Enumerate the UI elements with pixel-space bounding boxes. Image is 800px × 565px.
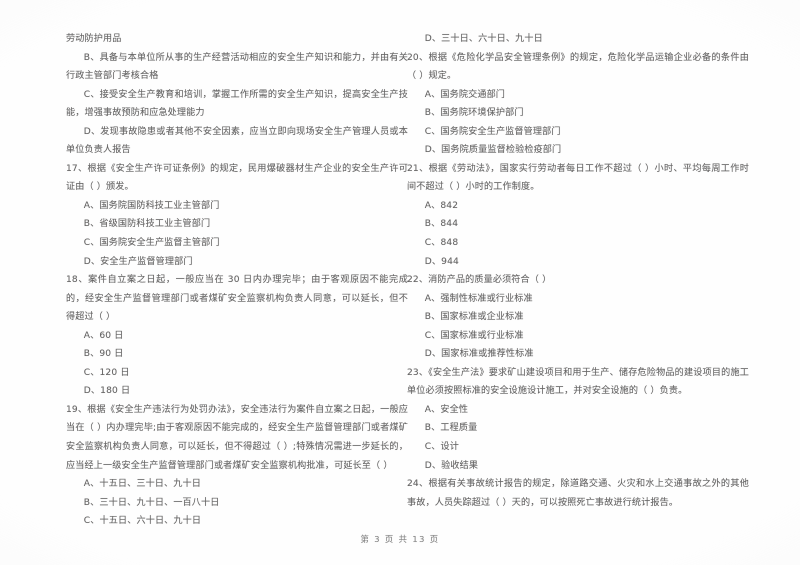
answer-option: C、848 xyxy=(424,238,459,249)
question-stem: 24、根据有关事故统计报告的规定，除道路交通、火灾和水上交通事故之外的其他事故，… xyxy=(407,479,749,508)
answer-option: A、安全性 xyxy=(424,404,469,415)
question-stem: 21、根据《劳动法》，国家实行劳动者每日工作不超过（ ）小时、平均每周工作时间不… xyxy=(407,163,749,193)
question-stem: 22、消防产品的质量必须符合（ ） xyxy=(407,275,552,286)
answer-option: B、三十日、九十日、一百八十日 xyxy=(83,497,220,508)
answer-option: C、国家标准或行业标准 xyxy=(424,330,524,341)
answer-option: B、90 日 xyxy=(83,349,124,360)
body-text-line: 劳动防护用品 xyxy=(66,34,122,44)
answer-option: A、强制性标准或行业标准 xyxy=(424,293,533,304)
answer-option: B、具备与本单位所从事的生产经营活动相应的安全生产知识和能力，并由有关行政主管部… xyxy=(66,52,408,82)
answer-option: C、设计 xyxy=(424,442,459,453)
answer-option: D、三十日、六十日、九十日 xyxy=(424,34,543,44)
answer-option: D、国家标准或推荐性标准 xyxy=(424,349,534,360)
answer-option: D、发现事故隐患或者其他不安全因素，应当立即向现场安全生产管理人员或本单位负责人… xyxy=(66,126,408,156)
question-stem: 20、根据《危险化学品安全管理条例》的规定，危险化学品运输企业必备的条件由（ ）… xyxy=(407,52,749,82)
answer-option: D、安全生产监督管理部门 xyxy=(83,256,193,267)
answer-option: A、国务院国防科技工业主管部门 xyxy=(83,200,220,211)
answer-option: B、省级国防科技工业主管部门 xyxy=(83,219,211,230)
answer-option: C、国务院安全生产监督主管部门 xyxy=(83,238,220,249)
page-footer: 第 3 页 共 13 页 xyxy=(360,534,440,544)
answer-option: C、120 日 xyxy=(83,367,130,378)
answer-option: A、国务院交通部门 xyxy=(424,89,506,100)
answer-option: B、国家标准或企业标准 xyxy=(424,312,524,323)
question-stem: 19、根据《安全生产违法行为处罚办法》，安全违法行为案件自立案之日起，一般应当在… xyxy=(66,404,408,471)
answer-option: C、国务院安全生产监督管理部门 xyxy=(424,126,561,137)
left-text-column: 劳动防护用品 B、具备与本单位所从事的生产经营活动相应的安全生产知识和能力，并由有… xyxy=(66,30,408,531)
page-body: 劳动防护用品 B、具备与本单位所从事的生产经营活动相应的安全生产知识和能力，并由有… xyxy=(0,0,800,526)
question-stem: 17、根据《安全生产许可证条例》的规定，民用爆破器材生产企业的安全生产许可证由（… xyxy=(66,163,408,193)
right-text-column: D、三十日、六十日、九十日 20、根据《危险化学品安全管理条例》的规定，危险化学品… xyxy=(407,30,749,512)
answer-option: A、60 日 xyxy=(83,330,124,341)
answer-option: B、844 xyxy=(424,219,459,230)
answer-option: B、工程质量 xyxy=(424,423,478,434)
answer-option: A、十五日、三十日、九十日 xyxy=(83,479,202,490)
answer-option: D、944 xyxy=(424,256,459,267)
answer-option: A、842 xyxy=(424,200,459,211)
answer-option: C、接受安全生产教育和培训，掌握工作所需的安全生产知识，提高安全生产技能，增强事… xyxy=(66,89,408,119)
answer-option: D、180 日 xyxy=(83,386,131,397)
scanned-page-sheet: 劳动防护用品 B、具备与本单位所从事的生产经营活动相应的安全生产知识和能力，并由有… xyxy=(0,0,800,565)
answer-option: D、验收结果 xyxy=(424,460,479,471)
answer-option: C、十五日、六十日、九十日 xyxy=(83,516,202,527)
answer-option: D、国务院质量监督检验检疫部门 xyxy=(424,145,562,156)
question-stem: 18、案件自立案之日起，一般应当在 30 日内办理完毕；由于客观原因不能完成的，… xyxy=(66,275,408,323)
answer-option: B、国务院环境保护部门 xyxy=(424,108,524,119)
question-stem: 23、《安全生产法》要求矿山建设项目和用于生产、储存危险物品的建设项目的施工单位… xyxy=(407,367,749,397)
